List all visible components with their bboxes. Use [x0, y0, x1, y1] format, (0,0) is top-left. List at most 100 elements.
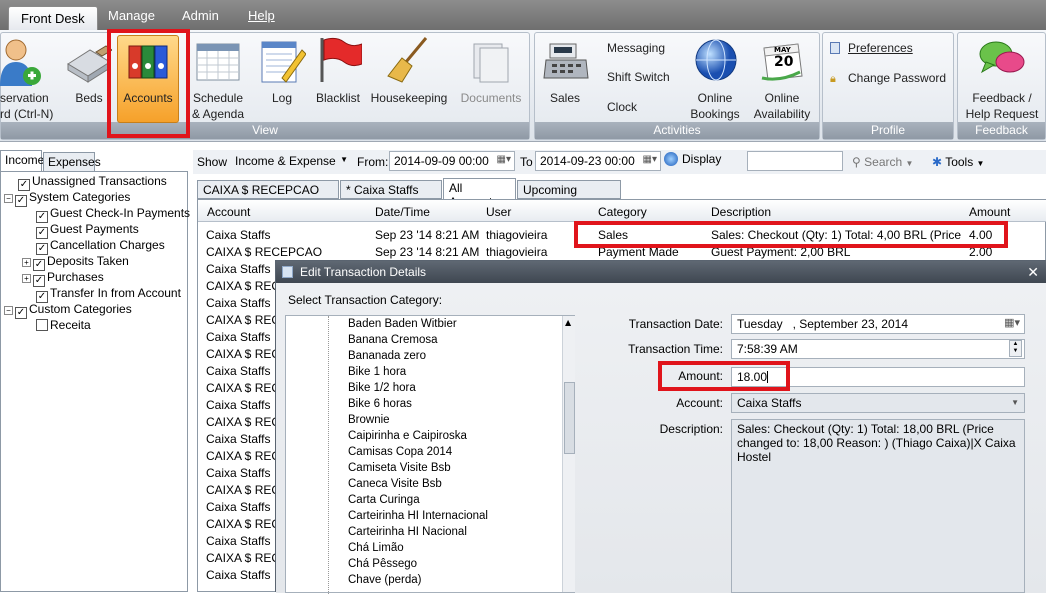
housekeeping-button[interactable]: Housekeeping [368, 36, 450, 116]
cell-account: Caixa Staffs [206, 228, 271, 242]
checkbox-checked[interactable]: ✓ [15, 195, 27, 207]
dialog-title-bar[interactable]: Edit Transaction Details ✕ [276, 261, 1046, 283]
cell-account: Caixa Staffs [206, 330, 271, 344]
checkbox-unchecked[interactable] [36, 319, 48, 331]
change-password-button[interactable]: 🔒︎ Change Password [830, 71, 946, 85]
list-item[interactable]: Bike 1/2 hora [348, 382, 416, 394]
list-item[interactable]: Chá Limão [348, 542, 404, 554]
list-item[interactable]: Bananada zero [348, 350, 426, 362]
account-dropdown[interactable]: Caixa Staffs ▼ [731, 393, 1025, 413]
show-dropdown[interactable]: Income & Expense ▼ [230, 151, 352, 171]
sales-button[interactable]: Sales [538, 36, 592, 116]
online-bookings-button[interactable]: Online Bookings [688, 36, 742, 121]
tree-item-transfer-in[interactable]: ✓ Transfer In from Account [36, 286, 181, 303]
menu-front-desk[interactable]: Front Desk [8, 6, 98, 30]
tree-item-deposits[interactable]: + ✓ Deposits Taken [22, 254, 129, 271]
tree-item-purchases[interactable]: + ✓ Purchases [22, 270, 104, 287]
collapse-icon[interactable]: − [4, 306, 13, 315]
list-item[interactable]: Carteirinha HI Internacional [348, 510, 488, 522]
list-item[interactable]: Carteirinha HI Nacional [348, 526, 467, 538]
menu-help[interactable]: Help [248, 8, 275, 23]
log-button[interactable]: Log [256, 36, 308, 116]
list-item[interactable]: Banana Cremosa [348, 334, 438, 346]
transaction-time-field[interactable]: 7:58:39 AM ▲ ▼ [731, 339, 1025, 359]
tab-income[interactable]: Income [0, 150, 44, 172]
tab-expenses[interactable]: Expenses [43, 152, 101, 172]
cell-account: Caixa Staffs [206, 466, 271, 480]
amount-highlight-box [658, 361, 790, 391]
time-spinner-icon[interactable]: ▲ ▼ [1009, 340, 1022, 357]
list-item[interactable]: Bike 1 hora [348, 366, 406, 378]
blacklist-button[interactable]: Blacklist [312, 36, 364, 116]
document-icon [830, 42, 840, 54]
calendar-dropdown-icon[interactable]: ▦▾ [497, 154, 511, 165]
list-item[interactable]: Caneca Visite Bsb [348, 478, 442, 490]
transaction-date-field[interactable]: Tuesday , September 23, 2014 ▦▾ [731, 314, 1025, 334]
shift-switch-button[interactable]: Shift Switch [607, 70, 670, 84]
tree-item-guest-payments[interactable]: ✓ Guest Payments [36, 222, 139, 239]
tab-all-accounts[interactable]: All Accounts [443, 178, 516, 209]
search-button[interactable]: ⚲ Search ▼ [852, 155, 913, 169]
documents-button[interactable]: Documents [458, 36, 524, 116]
tree-item-unassigned[interactable]: ✓ Unassigned Transactions [18, 174, 167, 191]
from-date-field[interactable]: 2014-09-09 00:00 ▦▾ [389, 151, 515, 171]
tree-item-receita[interactable]: Receita [36, 318, 91, 334]
calendar-dropdown-icon[interactable]: ▦▾ [1004, 316, 1020, 329]
close-icon[interactable]: ✕ [1027, 261, 1039, 283]
schedule-agenda-button[interactable]: Schedule & Agenda [190, 36, 246, 121]
category-list[interactable]: ▲ Baden Baden Witbier Banana Cremosa Ban… [285, 315, 575, 594]
new-reservation-button[interactable] [0, 36, 50, 96]
messaging-button[interactable]: Messaging [607, 41, 665, 55]
tree-item-custom-categories[interactable]: − ✓ Custom Categories [4, 302, 132, 319]
tab-upcoming-payments[interactable]: Upcoming Payments [517, 180, 621, 211]
collapse-icon[interactable]: − [4, 194, 13, 203]
calendar-dropdown-icon[interactable]: ▦▾ [643, 154, 657, 165]
list-item[interactable]: Bike 6 horas [348, 398, 412, 410]
schedule-label-2: & Agenda [191, 107, 245, 121]
cell-account: Caixa Staffs [206, 432, 271, 446]
activities-group-label: Activities [535, 122, 819, 139]
tree-item-system-categories[interactable]: − ✓ System Categories [4, 190, 130, 207]
dropdown-arrow-icon: ▼ [976, 159, 985, 168]
housekeeping-label: Housekeeping [370, 91, 448, 105]
list-item[interactable]: Carta Curinga [348, 494, 420, 506]
col-category[interactable]: Category [598, 205, 647, 219]
cell-account: Caixa Staffs [206, 534, 271, 548]
scroll-up-icon[interactable]: ▲ [565, 318, 571, 327]
list-item[interactable]: Chave (perda) [348, 574, 422, 586]
list-item[interactable]: Baden Baden Witbier [348, 318, 457, 330]
to-date-field[interactable]: 2014-09-23 00:00 ▦▾ [535, 151, 661, 171]
feedback-button[interactable]: Feedback / Help Request [960, 36, 1044, 121]
expand-icon[interactable]: + [22, 274, 31, 283]
preferences-button[interactable]: Preferences [830, 41, 913, 55]
menu-manage[interactable]: Manage [108, 8, 155, 23]
list-item[interactable]: Camiseta Visite Bsb [348, 462, 451, 474]
globe-icon [695, 39, 737, 81]
reservation-label-1: servation [0, 91, 49, 105]
col-account[interactable]: Account [207, 205, 250, 219]
scrollbar-thumb[interactable] [564, 382, 575, 454]
tree-item-guest-checkin[interactable]: ✓ Guest Check-In Payments [36, 206, 190, 223]
list-item[interactable]: Chá Pêssego [348, 558, 417, 570]
description-field[interactable]: Sales: Checkout (Qty: 1) Total: 18,00 BR… [731, 419, 1025, 593]
display-button[interactable]: Display [664, 152, 721, 166]
col-user[interactable]: User [486, 205, 511, 219]
category-scrollbar[interactable]: ▲ [562, 316, 575, 592]
list-item[interactable]: Brownie [348, 414, 390, 426]
clock-button[interactable]: Clock [607, 100, 637, 114]
online-availability-button[interactable]: MAY 20 Online Availability [750, 36, 814, 121]
tab-caixa-recepcao[interactable]: CAIXA $ RECEPCAO (BRL) [197, 180, 339, 211]
col-datetime[interactable]: Date/Time [375, 205, 430, 219]
tools-button[interactable]: ✱ Tools ▼ [932, 155, 984, 169]
menu-admin[interactable]: Admin [182, 8, 219, 23]
search-input[interactable] [747, 151, 843, 171]
col-amount[interactable]: Amount [969, 205, 1010, 219]
list-item[interactable]: Camisas Copa 2014 [348, 446, 452, 458]
tab-caixa-staffs[interactable]: * Caixa Staffs (BRL) [340, 180, 442, 211]
tree-item-cancellation[interactable]: ✓ Cancellation Charges [36, 238, 165, 255]
list-item[interactable]: Caipirinha e Caipiroska [348, 430, 467, 442]
col-description[interactable]: Description [711, 205, 771, 219]
expand-icon[interactable]: + [22, 258, 31, 267]
cell-account: Caixa Staffs [206, 398, 271, 412]
checkbox-checked[interactable]: ✓ [15, 307, 27, 319]
